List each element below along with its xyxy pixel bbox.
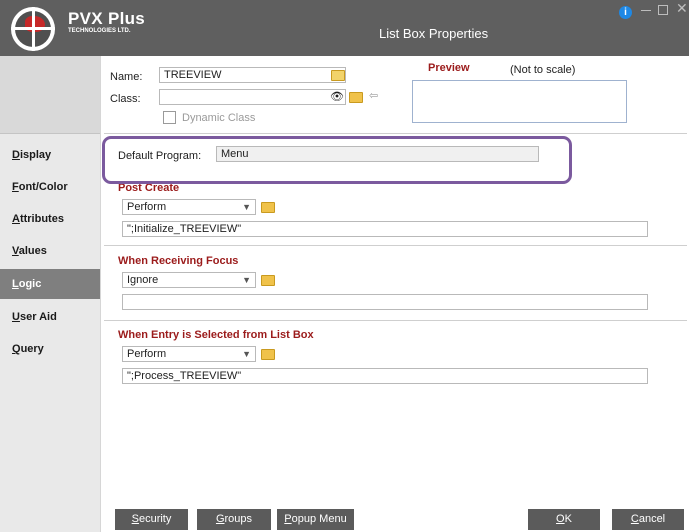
- post-create-input[interactable]: ";Initialize_TREEVIEW": [122, 221, 648, 237]
- receiving-focus-title: When Receiving Focus: [118, 255, 239, 267]
- class-input[interactable]: [159, 89, 346, 105]
- entry-selected-mode: Perform: [127, 348, 167, 360]
- comment-icon[interactable]: [261, 275, 275, 286]
- brand-name: PVX Plus: [68, 9, 146, 28]
- maximize-icon[interactable]: [658, 5, 668, 15]
- info-icon[interactable]: i: [619, 6, 632, 19]
- cancel-button[interactable]: Cancel: [612, 509, 684, 530]
- ok-button[interactable]: OK: [528, 509, 600, 530]
- link-icon[interactable]: ⇦: [369, 89, 378, 102]
- comment-icon[interactable]: [261, 349, 275, 360]
- name-label: Name:: [110, 71, 143, 83]
- chevron-down-icon: ▼: [242, 349, 251, 359]
- minimize-icon[interactable]: [641, 10, 651, 11]
- post-create-mode: Perform: [127, 201, 167, 213]
- separator: [104, 320, 687, 321]
- sidebar-item-font-color[interactable]: Font/Color: [0, 173, 100, 201]
- name-input[interactable]: TREEVIEW: [159, 67, 346, 83]
- brand-subtitle: TECHNOLOGIES LTD.: [68, 28, 131, 34]
- sidebar-item-display[interactable]: Display: [0, 141, 100, 169]
- receiving-focus-input[interactable]: [122, 294, 648, 310]
- comment-icon[interactable]: [349, 92, 363, 103]
- close-icon[interactable]: ✕: [676, 0, 688, 17]
- sidebar-item-query[interactable]: Query: [0, 335, 100, 363]
- groups-button[interactable]: Groups: [197, 509, 271, 530]
- notepad-icon[interactable]: [331, 70, 345, 81]
- preview-note: (Not to scale): [510, 64, 576, 76]
- entry-selected-select[interactable]: Perform ▼: [122, 346, 256, 362]
- sidebar-header: [0, 56, 100, 134]
- comment-icon[interactable]: [261, 202, 275, 213]
- receiving-focus-mode: Ignore: [127, 274, 159, 286]
- chevron-down-icon: ▼: [242, 202, 251, 212]
- post-create-select[interactable]: Perform ▼: [122, 199, 256, 215]
- highlight-frame: [102, 136, 572, 184]
- security-button[interactable]: Security: [115, 509, 188, 530]
- entry-selected-title: When Entry is Selected from List Box: [118, 329, 314, 341]
- globe-logo-icon: [11, 7, 55, 51]
- sidebar-item-user-aid[interactable]: User Aid: [0, 303, 100, 331]
- sidebar-item-logic[interactable]: Logic: [0, 269, 100, 299]
- sidebar-item-attributes[interactable]: Attributes: [0, 205, 100, 233]
- class-label: Class:: [110, 93, 141, 105]
- separator: [104, 245, 687, 246]
- entry-selected-input[interactable]: ";Process_TREEVIEW": [122, 368, 648, 384]
- chevron-down-icon: ▼: [242, 275, 251, 285]
- popup-menu-button[interactable]: Popup Menu: [277, 509, 354, 530]
- sidebar-item-values[interactable]: Values: [0, 237, 100, 265]
- window-title: List Box Properties: [379, 26, 489, 41]
- dynamic-class-checkbox[interactable]: [163, 111, 176, 124]
- title-bar: PVX Plus TECHNOLOGIES LTD. List Box Prop…: [0, 0, 689, 56]
- preview-label: Preview: [428, 62, 470, 74]
- receiving-focus-select[interactable]: Ignore ▼: [122, 272, 256, 288]
- binoculars-icon[interactable]: 👁: [330, 90, 344, 103]
- dynamic-class-label: Dynamic Class: [182, 112, 256, 124]
- separator: [104, 133, 687, 134]
- preview-box: [412, 80, 627, 123]
